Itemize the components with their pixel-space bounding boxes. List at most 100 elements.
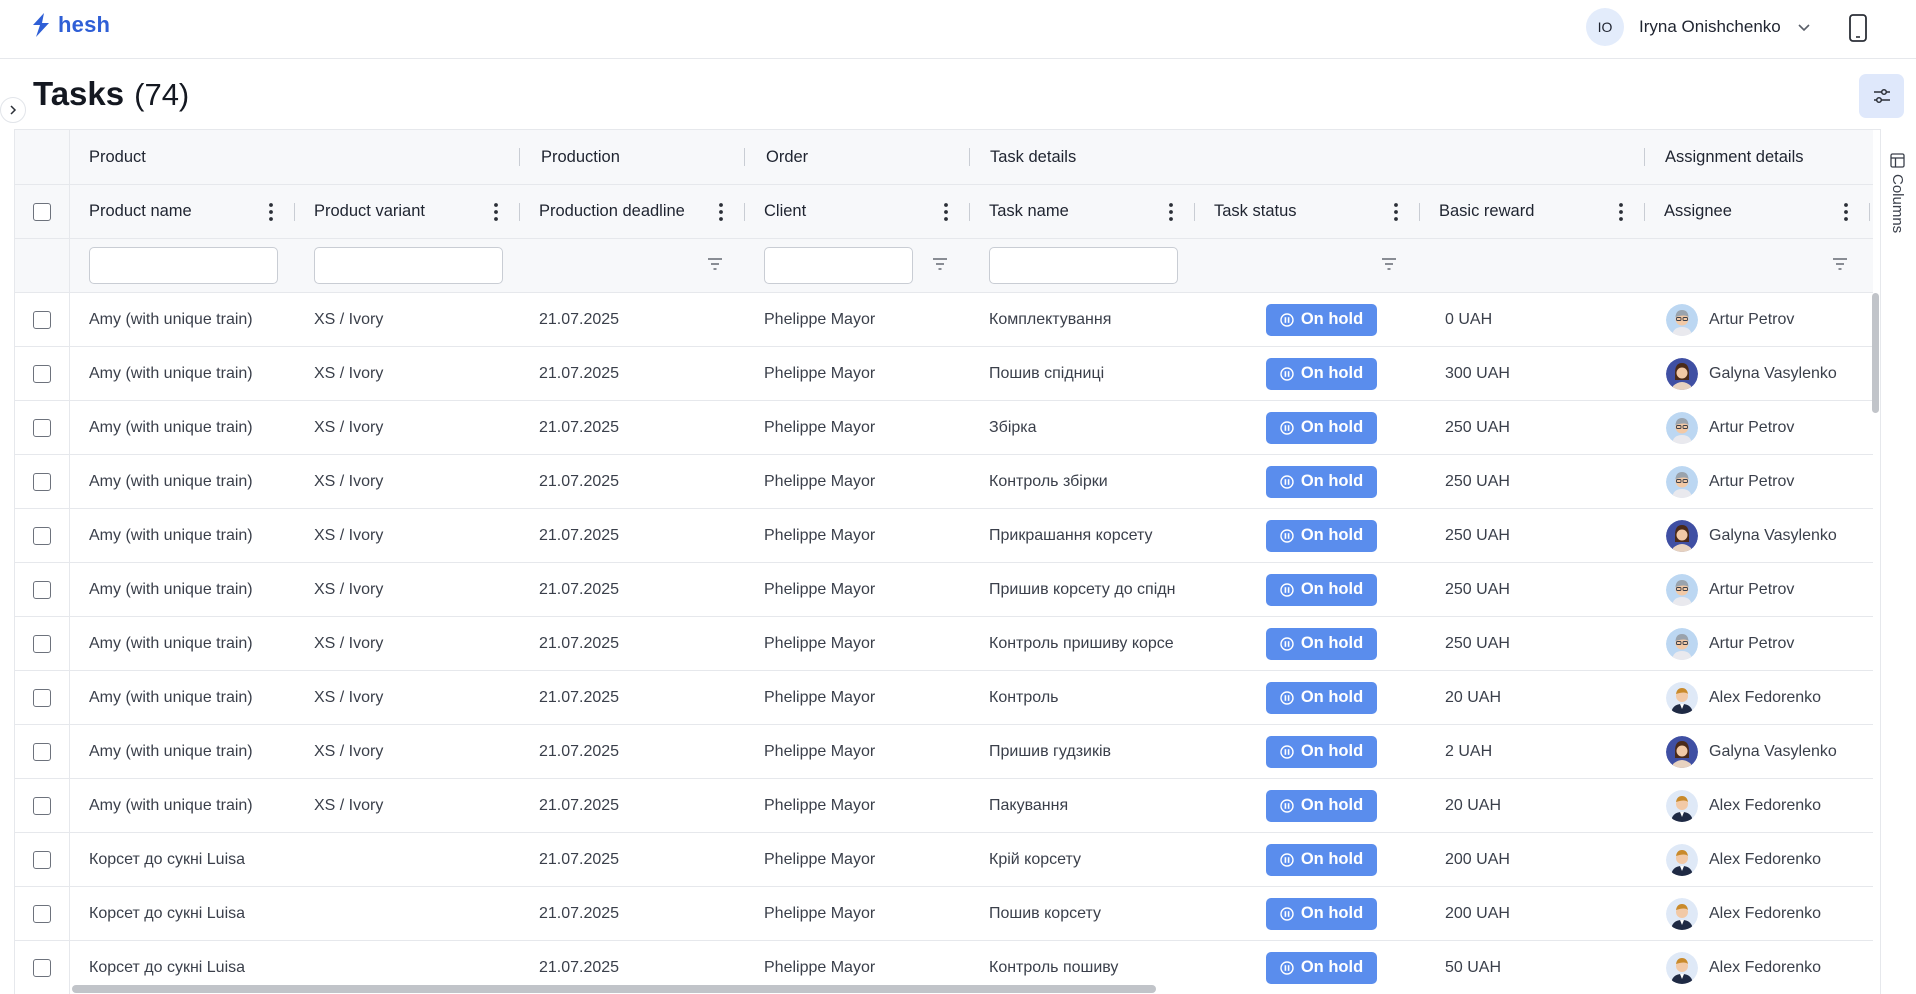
row-checkbox[interactable] bbox=[33, 688, 51, 707]
assignee[interactable]: Galyna Vasylenko bbox=[1666, 735, 1837, 768]
column-separator[interactable] bbox=[1194, 203, 1195, 221]
column-separator[interactable] bbox=[1644, 203, 1645, 221]
kebab-icon[interactable] bbox=[1618, 202, 1624, 222]
assignee[interactable]: Artur Petrov bbox=[1666, 465, 1794, 498]
column-separator[interactable] bbox=[294, 203, 295, 221]
status-badge[interactable]: On hold bbox=[1265, 465, 1378, 498]
table-row[interactable]: Amy (with unique train) XS / Ivory 21.07.2… bbox=[15, 725, 1873, 779]
product-name-filter-input[interactable] bbox=[89, 247, 278, 284]
status-badge[interactable]: On hold bbox=[1265, 627, 1378, 660]
kebab-icon[interactable] bbox=[268, 202, 274, 222]
sidebar-toggle-button[interactable] bbox=[0, 97, 26, 123]
status-badge[interactable]: On hold bbox=[1265, 951, 1378, 984]
app-logo[interactable]: hesh bbox=[30, 12, 110, 38]
table-row[interactable]: Amy (with unique train) XS / Ivory 21.07.2… bbox=[15, 617, 1873, 671]
product-variant-filter-input[interactable] bbox=[314, 247, 503, 284]
funnel-icon[interactable] bbox=[1832, 257, 1848, 271]
assignee-name: Galyna Vasylenko bbox=[1709, 526, 1837, 544]
table-row[interactable]: Корсет до сукні Luisa 21.07.2025 Phelippe … bbox=[15, 887, 1873, 941]
kebab-icon[interactable] bbox=[493, 202, 499, 222]
assignee[interactable]: Alex Fedorenko bbox=[1666, 789, 1821, 822]
user-menu[interactable]: IO Iryna Onishchenko bbox=[1586, 8, 1811, 46]
filters-button[interactable] bbox=[1859, 74, 1904, 118]
column-header-client[interactable]: Client bbox=[764, 185, 939, 238]
task-status-cell: On hold bbox=[1224, 887, 1419, 940]
group-separator bbox=[1644, 148, 1645, 166]
row-checkbox[interactable] bbox=[33, 580, 51, 599]
column-header-assignee[interactable]: Assignee bbox=[1664, 185, 1839, 238]
task-name-filter-input[interactable] bbox=[989, 247, 1178, 284]
row-checkbox[interactable] bbox=[33, 472, 51, 491]
table-row[interactable]: Корсет до сукні Luisa 21.07.2025 Phelippe … bbox=[15, 833, 1873, 887]
row-checkbox[interactable] bbox=[33, 742, 51, 761]
assignee[interactable]: Artur Petrov bbox=[1666, 573, 1794, 606]
status-badge[interactable]: On hold bbox=[1265, 843, 1378, 876]
client-cell: Phelippe Mayor bbox=[764, 472, 876, 490]
status-badge[interactable]: On hold bbox=[1265, 519, 1378, 552]
client-filter-input[interactable] bbox=[764, 247, 913, 284]
status-badge[interactable]: On hold bbox=[1265, 789, 1378, 822]
status-badge[interactable]: On hold bbox=[1265, 573, 1378, 606]
assignee[interactable]: Alex Fedorenko bbox=[1666, 897, 1821, 930]
column-separator[interactable] bbox=[519, 203, 520, 221]
columns-side-panel[interactable]: Columns bbox=[1880, 129, 1916, 994]
column-header-production-deadline[interactable]: Production deadline bbox=[539, 185, 714, 238]
row-checkbox[interactable] bbox=[33, 526, 51, 545]
status-badge[interactable]: On hold bbox=[1265, 303, 1378, 336]
kebab-icon[interactable] bbox=[1843, 202, 1849, 222]
row-checkbox[interactable] bbox=[33, 796, 51, 815]
column-header-basic-reward[interactable]: Basic reward bbox=[1439, 185, 1614, 238]
horizontal-scrollbar[interactable] bbox=[72, 985, 1156, 993]
funnel-icon[interactable] bbox=[932, 257, 948, 271]
row-checkbox[interactable] bbox=[33, 418, 51, 437]
assignee[interactable]: Alex Fedorenko bbox=[1666, 843, 1821, 876]
status-badge[interactable]: On hold bbox=[1265, 897, 1378, 930]
kebab-icon[interactable] bbox=[718, 202, 724, 222]
columns-panel-toggle[interactable]: Columns bbox=[1889, 153, 1906, 233]
status-badge[interactable]: On hold bbox=[1265, 357, 1378, 390]
assignee[interactable]: Galyna Vasylenko bbox=[1666, 357, 1837, 390]
select-all-checkbox[interactable] bbox=[33, 202, 51, 221]
column-header-product-variant[interactable]: Product variant bbox=[314, 185, 489, 238]
column-header-task-name[interactable]: Task name bbox=[989, 185, 1164, 238]
table-row[interactable]: Amy (with unique train) XS / Ivory 21.07.2… bbox=[15, 671, 1873, 725]
table-row[interactable]: Amy (with unique train) XS / Ivory 21.07.2… bbox=[15, 563, 1873, 617]
task-status-cell: On hold bbox=[1224, 455, 1419, 508]
kebab-icon[interactable] bbox=[943, 202, 949, 222]
status-badge[interactable]: On hold bbox=[1265, 681, 1378, 714]
row-checkbox[interactable] bbox=[33, 634, 51, 653]
row-checkbox[interactable] bbox=[33, 958, 51, 977]
product-variant-cell: XS / Ivory bbox=[314, 796, 384, 814]
status-badge[interactable]: On hold bbox=[1265, 735, 1378, 768]
column-separator[interactable] bbox=[1869, 203, 1870, 221]
row-checkbox[interactable] bbox=[33, 364, 51, 383]
table-row[interactable]: Amy (with unique train) XS / Ivory 21.07.2… bbox=[15, 509, 1873, 563]
table-row[interactable]: Amy (with unique train) XS / Ivory 21.07.2… bbox=[15, 293, 1873, 347]
assignee[interactable]: Artur Petrov bbox=[1666, 411, 1794, 444]
assignee[interactable]: Galyna Vasylenko bbox=[1666, 519, 1837, 552]
mobile-device-icon[interactable] bbox=[1848, 14, 1868, 42]
table-row[interactable]: Amy (with unique train) XS / Ivory 21.07.2… bbox=[15, 401, 1873, 455]
column-separator[interactable] bbox=[969, 203, 970, 221]
assignee[interactable]: Artur Petrov bbox=[1666, 627, 1794, 660]
row-checkbox[interactable] bbox=[33, 904, 51, 923]
column-header-product-name[interactable]: Product name bbox=[89, 185, 264, 238]
task-status-cell: On hold bbox=[1224, 509, 1419, 562]
row-checkbox[interactable] bbox=[33, 310, 51, 329]
table-row[interactable]: Amy (with unique train) XS / Ivory 21.07.2… bbox=[15, 455, 1873, 509]
status-badge[interactable]: On hold bbox=[1265, 411, 1378, 444]
kebab-icon[interactable] bbox=[1168, 202, 1174, 222]
funnel-icon[interactable] bbox=[707, 257, 723, 271]
row-checkbox[interactable] bbox=[33, 850, 51, 869]
table-row[interactable]: Amy (with unique train) XS / Ivory 21.07.2… bbox=[15, 779, 1873, 833]
column-separator[interactable] bbox=[1419, 203, 1420, 221]
column-header-task-status[interactable]: Task status bbox=[1214, 185, 1389, 238]
assignee[interactable]: Alex Fedorenko bbox=[1666, 681, 1821, 714]
funnel-icon[interactable] bbox=[1381, 257, 1397, 271]
assignee[interactable]: Alex Fedorenko bbox=[1666, 951, 1821, 984]
kebab-icon[interactable] bbox=[1393, 202, 1399, 222]
assignee[interactable]: Artur Petrov bbox=[1666, 303, 1794, 336]
column-separator[interactable] bbox=[744, 203, 745, 221]
vertical-scrollbar[interactable] bbox=[1872, 293, 1879, 413]
table-row[interactable]: Amy (with unique train) XS / Ivory 21.07.2… bbox=[15, 347, 1873, 401]
